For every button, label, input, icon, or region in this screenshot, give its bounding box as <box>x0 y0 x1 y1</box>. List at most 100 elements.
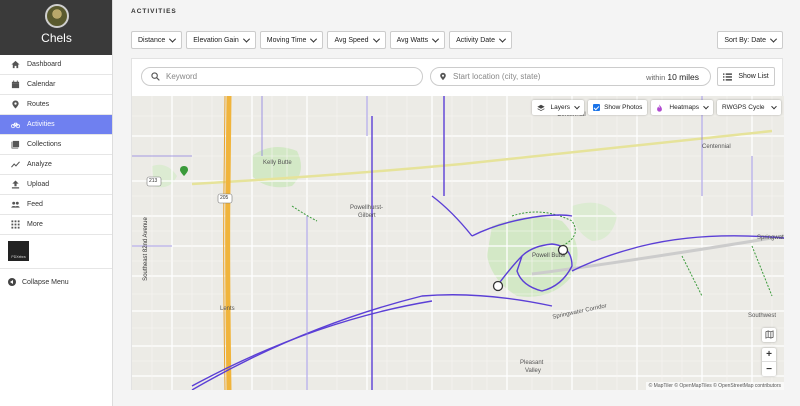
sidebar-item-label: Collections <box>27 141 62 148</box>
chevron-down-icon <box>771 103 777 109</box>
layers-button[interactable]: Layers <box>531 100 585 115</box>
lents-label: Lents <box>220 306 235 312</box>
club-logo-text: PDXebra <box>11 255 26 259</box>
activity-map[interactable]: 213 205 Kelly Butte Powellhurst- Gilbert… <box>132 96 784 390</box>
sidebar-item-analyze[interactable]: Analyze <box>0 155 112 175</box>
location-search-input[interactable]: Start location (city, state) within 10 m… <box>430 67 711 86</box>
grid-icon <box>10 220 20 230</box>
filter-label: Moving Time <box>266 36 307 44</box>
show-photos-toggle[interactable]: Show Photos <box>588 100 648 115</box>
se-82nd-label: Southeast 82nd Avenue <box>142 217 149 281</box>
sidebar-item-label: Feed <box>27 201 43 208</box>
zoom-out-button[interactable]: − <box>762 362 776 376</box>
profile-header: Chels <box>0 0 112 55</box>
powell-butte-label: Powell Butte <box>532 253 566 259</box>
sidebar-item-more[interactable]: More <box>0 215 112 235</box>
heatmaps-button[interactable]: Heatmaps <box>651 100 713 115</box>
filter-avg-watts[interactable]: Avg Watts <box>389 31 446 49</box>
layers-icon <box>536 104 545 112</box>
chevron-down-icon <box>498 35 507 43</box>
route-marker <box>492 280 504 292</box>
map-compass-button[interactable] <box>762 328 776 342</box>
filter-label: Avg Speed <box>334 36 369 44</box>
filter-bar: Distance Elevation Gain Moving Time Avg … <box>131 31 512 49</box>
sidebar: Chels Dashboard Calendar Routes Activiti… <box>0 0 113 406</box>
chevron-down-icon <box>372 35 380 43</box>
list-icon <box>723 72 733 81</box>
basemap-select[interactable]: RWGPS Cycle <box>717 100 781 115</box>
radius-selector[interactable]: within 10 miles <box>646 72 699 82</box>
filter-elevation-gain[interactable]: Elevation Gain <box>186 31 256 49</box>
flame-icon <box>656 103 663 112</box>
filter-label: Elevation Gain <box>193 36 239 44</box>
activities-panel: Keyword Start location (city, state) wit… <box>131 58 784 390</box>
pleasant-label: Pleasant <box>520 360 544 366</box>
home-icon <box>10 60 20 70</box>
analyze-icon <box>10 160 20 170</box>
park-east <box>572 202 617 241</box>
checkbox-checked-icon[interactable] <box>593 104 601 111</box>
filter-avg-speed[interactable]: Avg Speed <box>327 31 386 49</box>
layers-label: Layers <box>550 104 571 111</box>
chevron-down-icon <box>703 103 709 109</box>
within-prefix: within <box>646 72 666 82</box>
page-title: ACTIVITIES <box>131 8 177 15</box>
heatmaps-label: Heatmaps <box>669 104 699 111</box>
freeway-205 <box>225 96 232 390</box>
sort-label: Sort By: Date <box>724 36 766 44</box>
filter-label: Distance <box>138 36 166 44</box>
sidebar-item-calendar[interactable]: Calendar <box>0 75 112 95</box>
kelly-butte-label: Kelly Butte <box>263 160 292 166</box>
sidebar-item-dashboard[interactable]: Dashboard <box>0 55 112 75</box>
collapse-menu-label: Collapse Menu <box>22 278 69 286</box>
chevron-down-icon <box>432 35 440 43</box>
sidebar-item-feed[interactable]: Feed <box>0 195 112 215</box>
sidebar-item-activities[interactable]: Activities <box>0 115 112 135</box>
keyword-search-input[interactable]: Keyword <box>141 67 423 86</box>
club-section: PDXebra <box>0 235 112 269</box>
bike-icon <box>10 120 20 130</box>
sidebar-item-label: Upload <box>27 181 50 188</box>
southwest-label: Southwest <box>748 313 777 319</box>
profile-name[interactable]: Chels <box>0 31 113 45</box>
sidebar-item-label: Analyze <box>27 161 52 168</box>
avatar[interactable] <box>45 4 69 28</box>
show-list-button[interactable]: Show List <box>717 67 775 86</box>
club-logo[interactable]: PDXebra <box>8 241 29 261</box>
powellhurst-label: Powellhurst- <box>350 205 384 211</box>
basemap-label: RWGPS Cycle <box>722 104 765 111</box>
sidebar-item-upload[interactable]: Upload <box>0 175 112 195</box>
sort-dropdown[interactable]: Sort By: Date <box>717 31 783 49</box>
map-canvas <box>132 96 784 390</box>
route-205-label: 205 <box>220 195 229 201</box>
keyword-placeholder: Keyword <box>166 72 198 81</box>
map-icon <box>765 329 774 341</box>
filter-activity-date[interactable]: Activity Date <box>449 31 512 49</box>
sidebar-item-label: Dashboard <box>27 61 62 68</box>
main-content: ACTIVITIES Distance Elevation Gain Movin… <box>113 0 800 406</box>
filter-moving-time[interactable]: Moving Time <box>259 31 324 49</box>
zoom-control: + − <box>762 348 776 376</box>
sidebar-item-label: More <box>27 221 43 228</box>
sidebar-item-label: Routes <box>27 101 50 108</box>
sidebar-item-collections[interactable]: Collections <box>0 135 112 155</box>
trailhead-marker <box>180 166 188 176</box>
springwater-label: Springwat <box>757 235 784 241</box>
collapse-arrow-icon <box>8 278 16 286</box>
map-attribution[interactable]: © MapTiler © OpenMapTiles © OpenStreetMa… <box>645 382 784 390</box>
sidebar-item-routes[interactable]: Routes <box>0 95 112 115</box>
upload-icon <box>10 180 20 190</box>
pin-icon <box>439 72 447 81</box>
within-value: 10 miles <box>667 71 699 82</box>
collapse-menu-button[interactable]: Collapse Menu <box>0 269 112 295</box>
feed-icon <box>10 200 20 210</box>
filter-distance[interactable]: Distance <box>131 31 183 49</box>
zoom-in-button[interactable]: + <box>762 348 776 362</box>
calendar-icon <box>10 80 20 90</box>
map-controls: Layers Show Photos Heatmaps RWGPS Cycle <box>531 100 781 115</box>
show-photos-label: Show Photos <box>604 104 643 111</box>
chevron-down-icon <box>242 35 250 43</box>
gilbert-label: Gilbert <box>358 213 376 219</box>
chevron-down-icon <box>169 35 177 43</box>
collections-icon <box>10 140 20 150</box>
